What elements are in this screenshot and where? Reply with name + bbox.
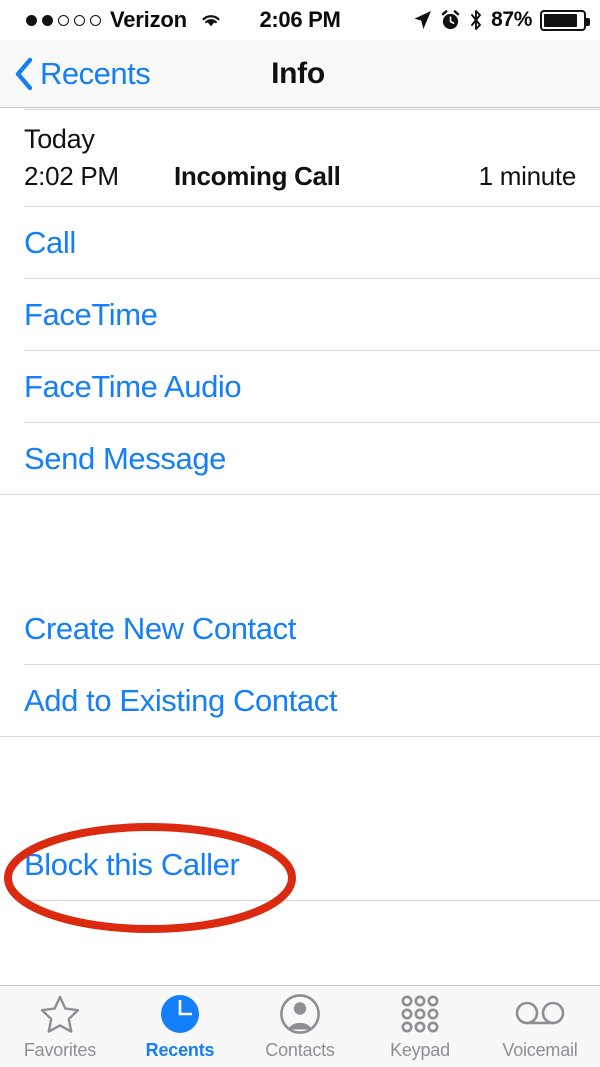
tab-bar: Favorites Recents Contacts Keypad Voicem… [0,985,600,1067]
call-detail-group: Today 2:02 PM Incoming Call 1 minute [0,110,600,206]
facetime-audio-row[interactable]: FaceTime Audio [0,351,600,422]
block-this-caller-row[interactable]: Block this Caller [0,829,600,900]
tab-label-contacts: Contacts [265,1039,335,1060]
tab-voicemail[interactable]: Voicemail [480,986,600,1067]
block-actions-group: Block this Caller [0,829,600,901]
battery-percent-label: 87% [491,8,532,31]
separator [24,900,600,901]
primary-actions-group: Call FaceTime FaceTime Audio Send Messag… [0,207,600,494]
phone-screen: Verizon 2:06 PM 87% Recents Info Today 2… [0,0,600,1067]
clock-icon [159,993,201,1035]
tab-favorites[interactable]: Favorites [0,986,120,1067]
call-type: Incoming Call [174,161,341,191]
send-message-row[interactable]: Send Message [0,423,600,494]
bluetooth-icon [469,9,483,31]
facetime-row[interactable]: FaceTime [0,279,600,350]
add-to-existing-contact-row[interactable]: Add to Existing Contact [0,665,600,736]
tab-recents[interactable]: Recents [120,986,240,1067]
tab-contacts[interactable]: Contacts [240,986,360,1067]
group-gap [0,495,600,593]
info-list: Today 2:02 PM Incoming Call 1 minute Cal… [0,109,600,985]
page-title: Info [271,56,325,90]
person-circle-icon [279,993,321,1035]
tab-label-favorites: Favorites [23,1039,97,1060]
status-bar-right: 87% [413,8,590,32]
group-gap [0,737,600,829]
create-new-contact-row[interactable]: Create New Contact [0,593,600,664]
battery-icon [540,9,590,31]
location-arrow-icon [413,10,432,30]
keypad-grid-icon [400,993,440,1035]
navigation-bar: Recents Info [0,40,600,108]
star-icon [39,993,81,1035]
call-duration: 1 minute [478,161,577,191]
tab-keypad[interactable]: Keypad [360,986,480,1067]
tab-label-keypad: Keypad [390,1039,450,1060]
call-date-header: Today [24,124,95,154]
contact-actions-group: Create New Contact Add to Existing Conta… [0,593,600,736]
status-bar: Verizon 2:06 PM 87% [0,0,600,40]
voicemail-icon [515,993,565,1035]
call-detail-row: 2:02 PM Incoming Call 1 minute [0,157,600,206]
call-row[interactable]: Call [0,207,600,278]
tab-label-recents: Recents [145,1039,215,1060]
call-time: 2:02 PM [24,161,119,191]
tab-label-voicemail: Voicemail [502,1039,578,1060]
alarm-clock-icon [440,9,461,31]
